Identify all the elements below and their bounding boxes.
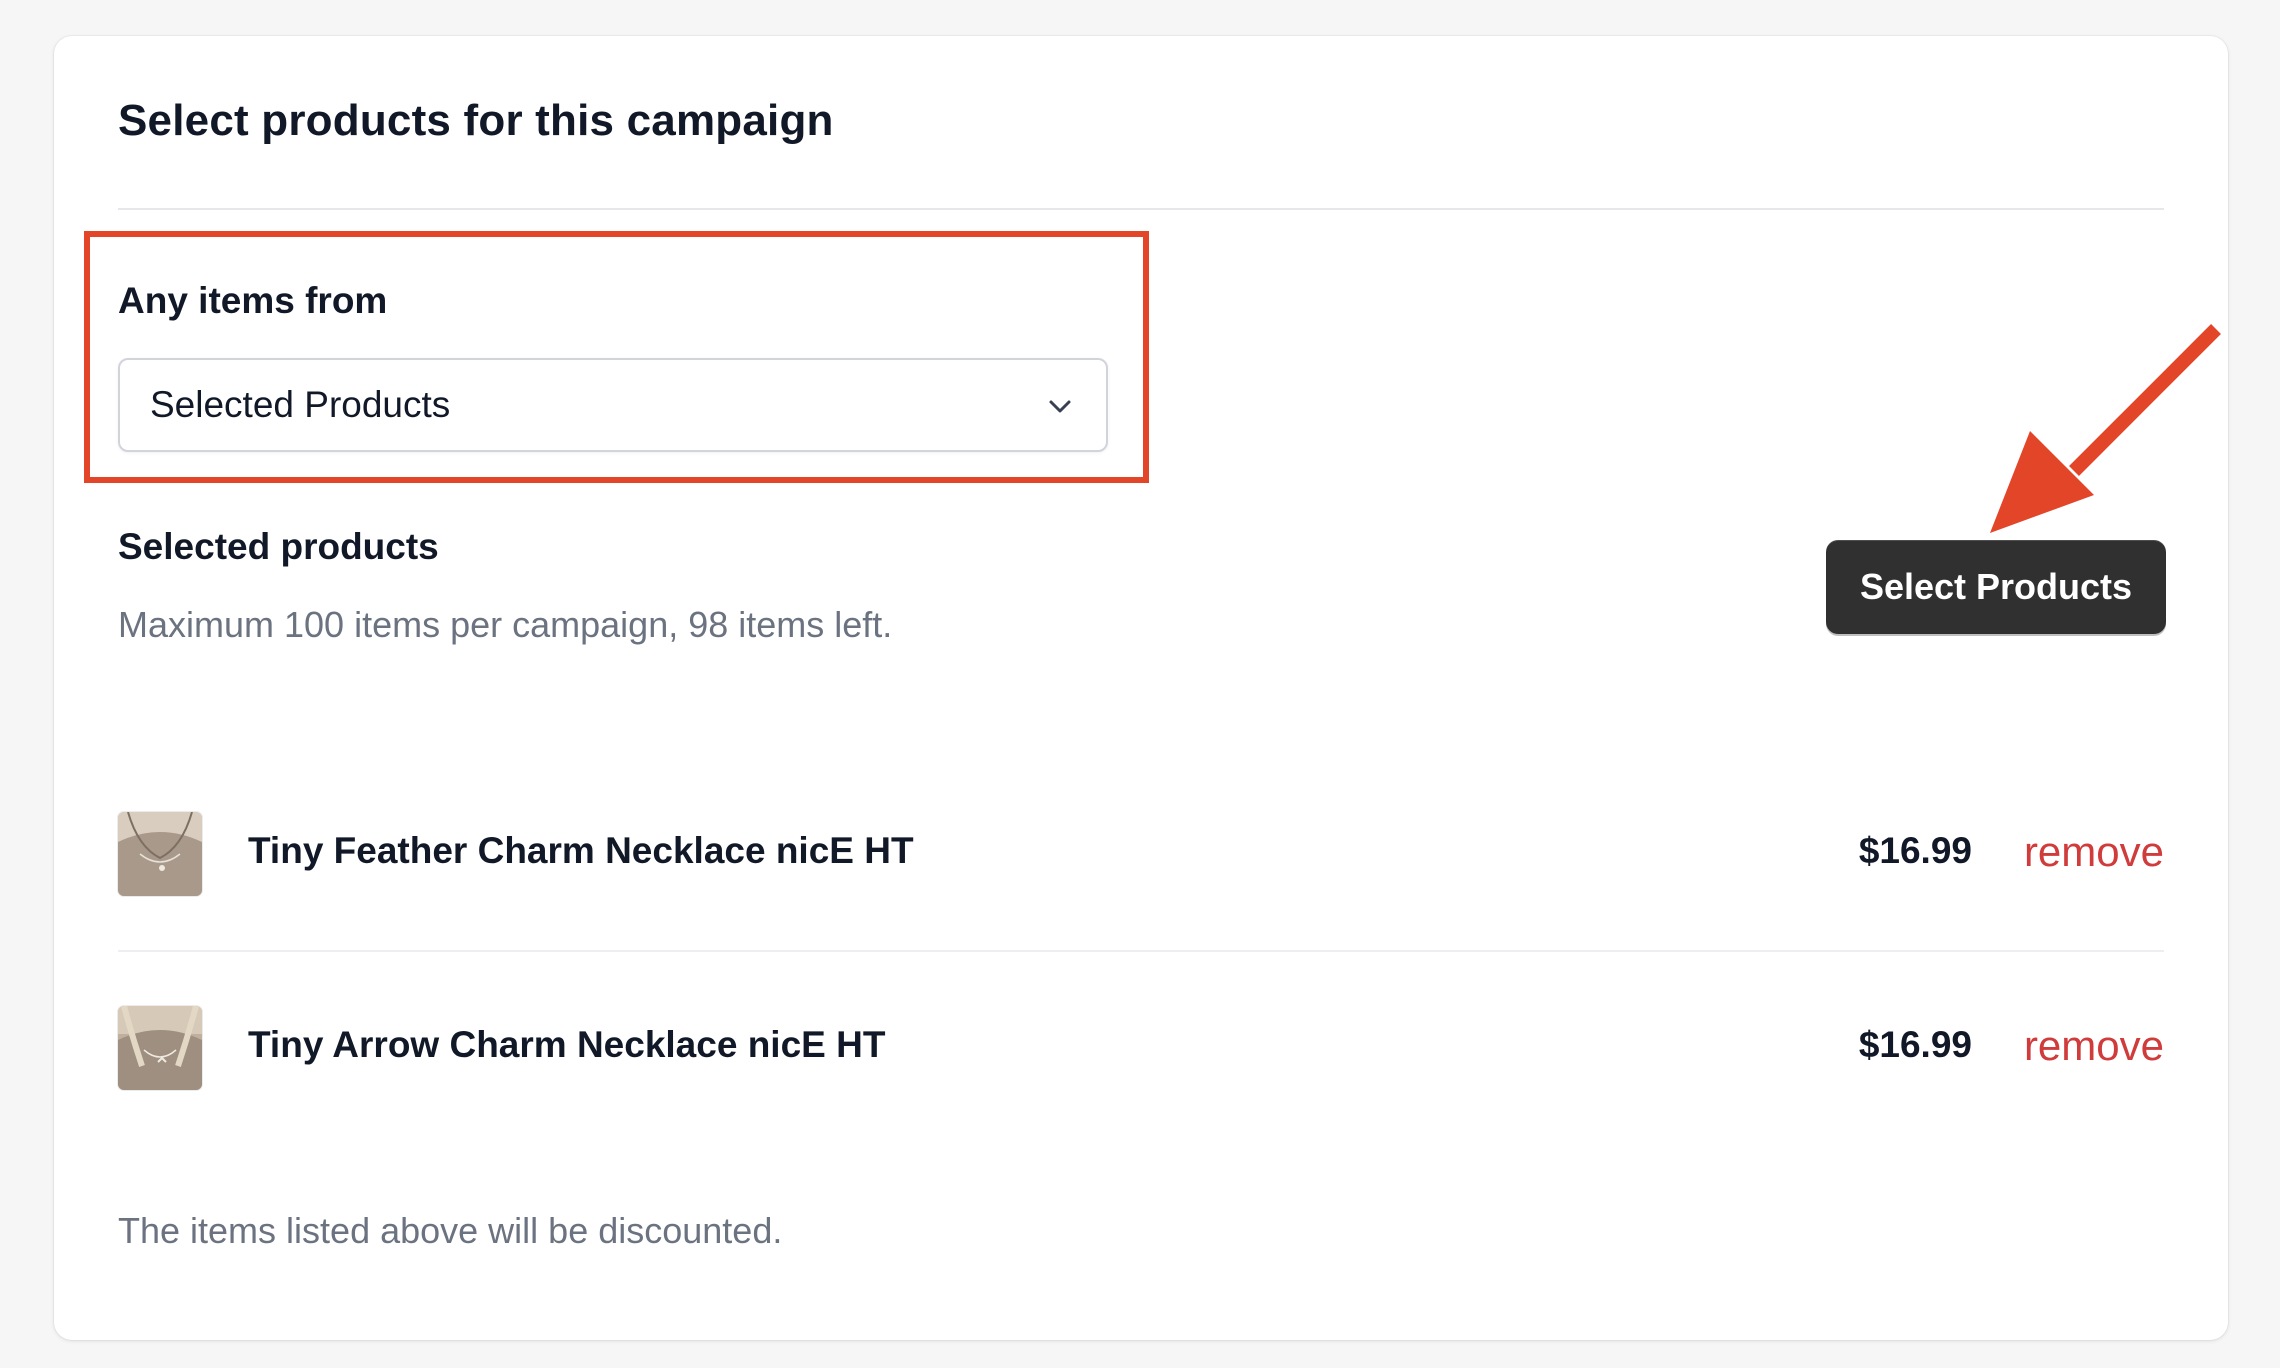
any-items-from-select[interactable]: Selected Products xyxy=(118,358,1108,452)
select-current-value: Selected Products xyxy=(150,384,451,425)
campaign-products-card: Select products for this campaign Any it… xyxy=(54,36,2228,1340)
discount-footer-note: The items listed above will be discounte… xyxy=(118,1210,783,1251)
product-name: Tiny Arrow Charm Necklace nicE HT xyxy=(248,1024,886,1065)
selected-products-title: Selected products xyxy=(118,526,439,567)
selected-products-limit-text: Maximum 100 items per campaign, 98 items… xyxy=(118,604,893,645)
product-thumbnail xyxy=(118,1006,202,1090)
product-row-divider xyxy=(118,950,2164,952)
product-row: Tiny Feather Charm Necklace nicE HT $16.… xyxy=(118,808,2164,898)
remove-product-link[interactable]: remove xyxy=(2024,828,2164,876)
annotation-arrow-icon xyxy=(1990,324,2221,533)
remove-product-link[interactable]: remove xyxy=(2024,1022,2164,1070)
title-divider xyxy=(118,208,2164,210)
select-products-button[interactable]: Select Products xyxy=(1826,540,2166,634)
card-title: Select products for this campaign xyxy=(118,96,834,145)
product-name: Tiny Feather Charm Necklace nicE HT xyxy=(248,830,914,871)
product-row: Tiny Arrow Charm Necklace nicE HT $16.99… xyxy=(118,1002,2164,1092)
product-price: $16.99 xyxy=(1858,1024,1972,1065)
product-thumbnail xyxy=(118,812,202,896)
product-price: $16.99 xyxy=(1858,830,1972,871)
chevron-down-icon xyxy=(1049,400,1071,413)
any-items-from-label: Any items from xyxy=(118,280,388,321)
